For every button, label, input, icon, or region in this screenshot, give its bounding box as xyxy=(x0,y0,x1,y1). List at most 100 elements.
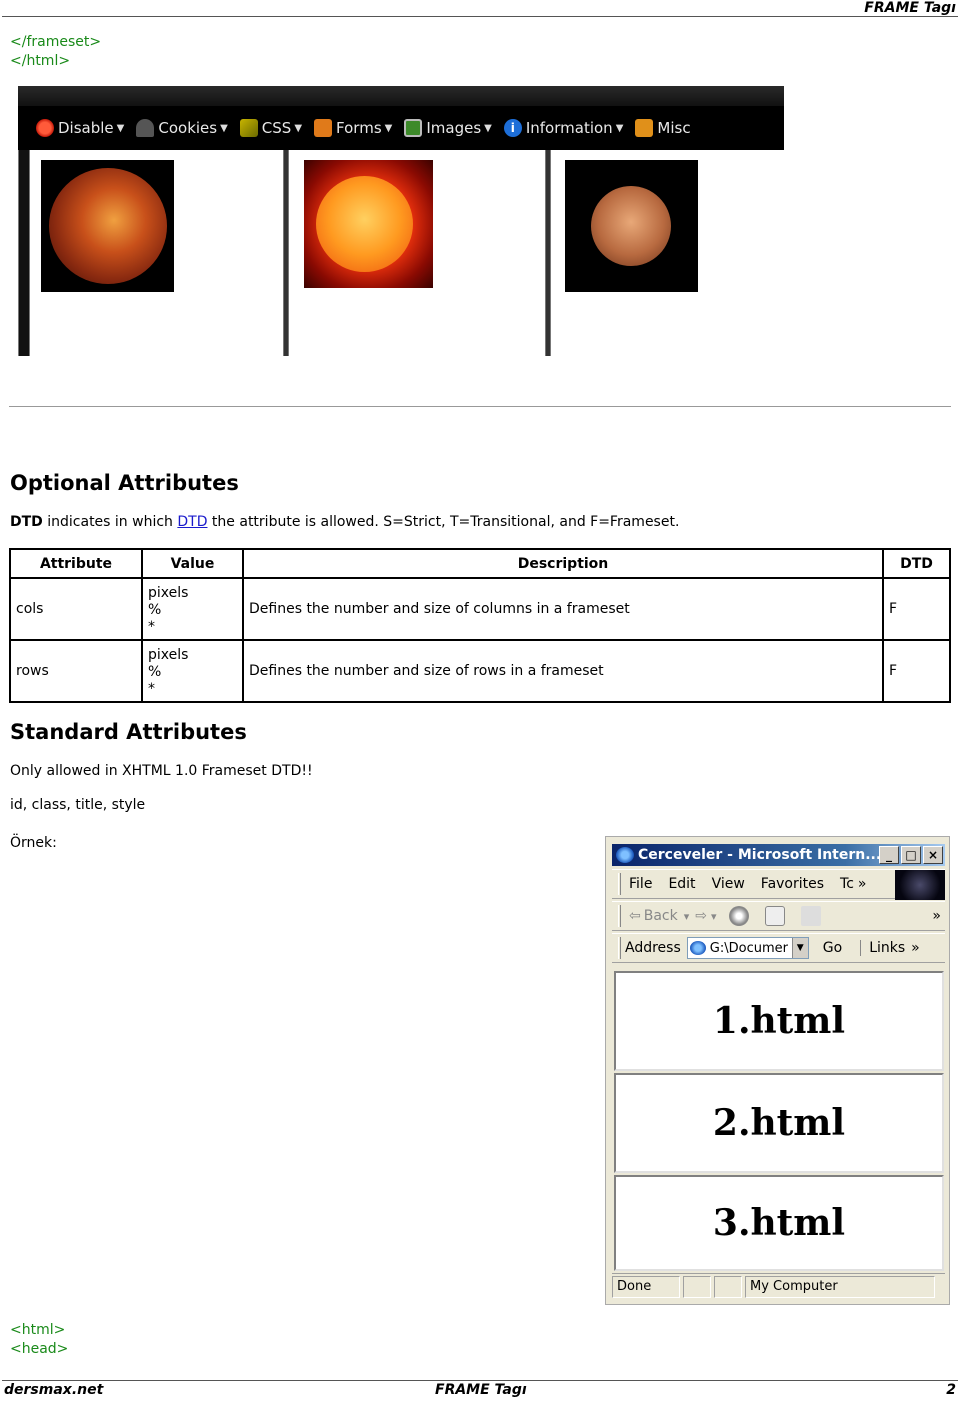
column-header-value: Value xyxy=(141,548,244,579)
page-header-title: FRAME Tagı xyxy=(864,0,956,16)
frame-2: 2.html xyxy=(614,1073,944,1173)
code-snippet-top: </frameset> </html> xyxy=(10,33,101,71)
column-header-dtd: DTD xyxy=(882,548,951,579)
dropdown-arrow-icon: ▼ xyxy=(484,122,492,134)
value-option: pixels xyxy=(148,646,189,663)
sun-image xyxy=(304,160,433,288)
toolbar-item-label: Images xyxy=(426,119,482,137)
chevron-more-icon[interactable]: » xyxy=(858,876,867,892)
web-developer-toolbar: Disable ▼ Cookies ▼ CSS ▼ Forms ▼ Images ▼ iI… xyxy=(18,106,784,150)
mercury-image xyxy=(565,160,698,292)
value-cell: pixels % * xyxy=(141,577,244,641)
column-header-description: Description xyxy=(242,548,884,579)
dropdown-arrow-icon: ▼ xyxy=(294,122,303,134)
address-dropdown-icon[interactable]: ▼ xyxy=(791,938,808,958)
address-bar: Address G:\Documer ▼ Go Links » xyxy=(612,933,945,963)
forward-dropdown-icon[interactable]: ▾ xyxy=(711,910,717,923)
code-line: <html> xyxy=(10,1322,66,1338)
stop-icon[interactable] xyxy=(728,906,749,926)
toolbar-item-information[interactable]: i Information ▼ xyxy=(503,119,624,137)
code-line: </html> xyxy=(10,53,71,69)
code-line: <head> xyxy=(10,1341,69,1357)
attribute-cell: cols xyxy=(9,577,143,641)
frame-divider[interactable] xyxy=(283,150,289,356)
value-cell: pixels % * xyxy=(141,639,244,703)
toolbar-item-cookies[interactable]: Cookies ▼ xyxy=(136,119,228,137)
chevron-more-icon[interactable]: » xyxy=(932,908,941,924)
cookies-icon xyxy=(136,119,155,137)
value-option: % xyxy=(148,663,162,680)
info-icon: i xyxy=(503,119,522,137)
header-divider xyxy=(2,16,958,17)
links-button[interactable]: Links xyxy=(860,940,905,956)
dtd-cell: F xyxy=(882,577,951,641)
back-arrow-icon: ⇦ xyxy=(629,908,641,924)
zone-text: My Computer xyxy=(750,1279,838,1294)
disable-icon xyxy=(36,119,54,137)
back-dropdown-icon[interactable]: ▾ xyxy=(684,910,690,923)
standard-attributes-list: id, class, title, style xyxy=(10,797,146,813)
standard-buttons-bar: ⇦ Back ▾ ⇨ ▾ » xyxy=(612,901,945,931)
back-button[interactable]: Back xyxy=(644,908,678,924)
go-button[interactable]: Go xyxy=(823,940,842,956)
footer-site: dersmax.net xyxy=(4,1382,104,1398)
refresh-icon[interactable] xyxy=(764,906,785,926)
menu-tools[interactable]: Tc xyxy=(840,876,854,892)
address-label: Address xyxy=(625,940,681,956)
frame-divider[interactable] xyxy=(545,150,551,356)
toolbar-item-disable[interactable]: Disable ▼ xyxy=(36,119,124,137)
page-number: 2 xyxy=(946,1382,956,1398)
venus-image xyxy=(41,160,174,292)
optional-attributes-heading: Optional Attributes xyxy=(10,471,239,495)
toolbar-item-label: Misc xyxy=(657,119,691,137)
frame-1: 1.html xyxy=(614,971,944,1071)
dropdown-arrow-icon: ▼ xyxy=(384,122,393,134)
dropdown-arrow-icon: ▼ xyxy=(116,122,125,134)
code-snippet-bottom: <html> <head> xyxy=(10,1321,68,1359)
description-cell: Defines the number and size of rows in a… xyxy=(242,639,884,703)
toolbar-item-forms[interactable]: Forms ▼ xyxy=(314,119,392,137)
toolbar-item-misc[interactable]: Misc xyxy=(635,119,691,137)
dtd-intro-paragraph: DTD indicates in which DTD the attribute… xyxy=(10,514,679,530)
table-row: rows pixels % * Defines the number and s… xyxy=(9,639,951,703)
zone-cell: My Computer xyxy=(745,1275,935,1298)
menu-view[interactable]: View xyxy=(712,876,745,892)
intro-text: indicates in which xyxy=(42,514,178,530)
attribute-cell: rows xyxy=(9,639,143,703)
status-cell: Done xyxy=(612,1275,680,1298)
toolbar-item-images[interactable]: Images ▼ xyxy=(404,119,492,137)
browser-top-strip xyxy=(18,86,784,106)
description-cell: Defines the number and size of columns i… xyxy=(242,577,884,641)
code-line: </frameset> xyxy=(10,34,102,50)
menu-edit[interactable]: Edit xyxy=(668,876,695,892)
status-bar: Done My Computer xyxy=(612,1273,945,1299)
toolbar-grip[interactable] xyxy=(618,873,621,895)
menu-file[interactable]: File xyxy=(629,876,652,892)
forward-button[interactable]: ⇨ xyxy=(695,908,707,924)
chevron-more-icon[interactable]: » xyxy=(911,940,920,956)
maximize-button[interactable]: □ xyxy=(901,846,921,864)
address-input[interactable]: G:\Documer ▼ xyxy=(686,937,809,959)
home-icon[interactable] xyxy=(800,906,821,926)
address-value: G:\Documer xyxy=(709,940,788,956)
toolbar-item-css[interactable]: CSS ▼ xyxy=(239,119,303,137)
close-button[interactable]: × xyxy=(923,846,943,864)
ie-window-screenshot: Cerceveler - Microsoft Intern... _ □ × F… xyxy=(605,836,950,1305)
menu-favorites[interactable]: Favorites xyxy=(761,876,824,892)
toolbar-grip[interactable] xyxy=(618,937,621,959)
status-text: Done xyxy=(617,1279,652,1294)
value-option: pixels xyxy=(148,584,189,601)
minimize-button[interactable]: _ xyxy=(879,846,899,864)
toolbar-grip[interactable] xyxy=(618,905,621,927)
intro-text: the attribute is allowed. S=Strict, T=Tr… xyxy=(207,514,680,530)
frame-border-left xyxy=(18,150,30,356)
dropdown-arrow-icon: ▼ xyxy=(615,122,624,134)
frame-3: 3.html xyxy=(614,1175,944,1271)
dtd-link[interactable]: DTD xyxy=(177,514,207,530)
table-row: cols pixels % * Defines the number and s… xyxy=(9,577,951,641)
css-icon xyxy=(239,119,258,137)
toolbar-item-label: CSS xyxy=(261,119,292,137)
toolbar-item-label: Information xyxy=(525,119,613,137)
footer-title: FRAME Tagı xyxy=(435,1382,527,1398)
images-icon xyxy=(404,119,423,137)
